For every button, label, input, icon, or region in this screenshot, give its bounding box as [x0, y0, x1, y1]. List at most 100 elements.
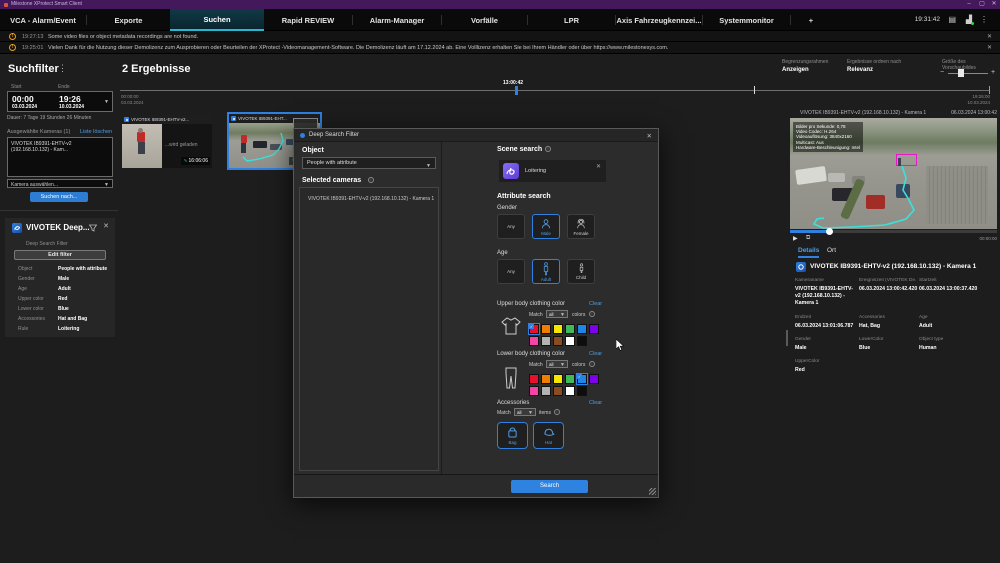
accessory-bag-button[interactable]: Bag [497, 422, 528, 449]
upper-swatch-yellow[interactable] [553, 324, 563, 334]
upper-swatch-green[interactable] [565, 324, 575, 334]
match-label: Match [529, 362, 543, 368]
upper-swatch-orange[interactable] [541, 324, 551, 334]
upper-swatch-blue[interactable] [577, 324, 587, 334]
export-icon[interactable]: ▤ [948, 15, 956, 25]
gender-male-button[interactable]: Male [532, 214, 560, 239]
lower-swatch-blue[interactable] [577, 374, 587, 384]
clear-accessories-link[interactable]: Clear [589, 400, 602, 406]
user-profile-icon[interactable]: ▟ [966, 15, 972, 25]
thumbnail-size-slider[interactable] [948, 73, 988, 74]
upper-swatch-red[interactable] [529, 324, 539, 334]
search-filter-title: Suchfilter [8, 63, 59, 75]
clear-camera-list-link[interactable]: Liste löschen [80, 129, 112, 135]
zoom-in-plus-icon[interactable]: + [991, 69, 995, 76]
gender-female-button[interactable]: Female [567, 214, 595, 239]
result-thumbnail[interactable]: VIVOTEK IB9391-EHTV-v2... ...wird gelade… [122, 115, 212, 168]
lower-swatch-orange[interactable] [541, 374, 551, 384]
age-adult-button[interactable]: Adult [532, 259, 560, 284]
search-button[interactable]: Search [511, 480, 588, 493]
lower-swatch-black[interactable] [577, 386, 587, 396]
tab-vorfaelle[interactable]: Vorfälle [442, 9, 527, 31]
tab-axis-fahrzeugkennzeichen[interactable]: Axis Fahrzeugkennzei... [616, 9, 702, 31]
filter-funnel-icon[interactable] [89, 224, 97, 232]
upper-swatch-white[interactable] [565, 336, 575, 346]
slider-handle[interactable] [958, 69, 964, 77]
play-button[interactable]: ▶ [793, 235, 798, 242]
playback-progress-handle[interactable] [826, 228, 833, 235]
independent-playback-icon[interactable]: ⧉ [806, 235, 810, 242]
age-child-button[interactable]: Child [567, 259, 595, 284]
filter-menu-ellipsis-icon[interactable]: ⋮ [58, 63, 67, 74]
dialog-camera-item[interactable]: VIVOTEK IB9391-EHTV-v2 (192.168.10.132) … [308, 196, 434, 202]
time-range-picker[interactable]: 00:00 03.03.2024 19:26 10.03.2024 ▼ [7, 91, 113, 112]
dialog-close-icon[interactable]: ✕ [647, 132, 652, 140]
remove-scene-icon[interactable]: ✕ [596, 163, 601, 170]
lower-swatch-pink[interactable] [529, 386, 539, 396]
timeline-marker[interactable] [515, 86, 518, 95]
gender-any-button[interactable]: Any [497, 214, 525, 239]
dialog-camera-list[interactable]: VIVOTEK IB9391-EHTV-v2 (192.168.10.132) … [299, 187, 439, 471]
accessory-hat-button[interactable]: Hat [533, 422, 564, 449]
object-dropdown[interactable]: People with attribute ▼ [302, 157, 436, 169]
lower-swatch-yellow[interactable] [553, 374, 563, 384]
minimize-button[interactable]: – [964, 0, 974, 9]
edit-filter-button[interactable]: Edit filter [14, 250, 106, 260]
maximize-button[interactable]: ▢ [977, 0, 987, 9]
dialog-titlebar[interactable]: Deep Search Filter ✕ [294, 129, 658, 142]
upper-swatch-brown[interactable] [553, 336, 563, 346]
close-panel-icon[interactable]: ✕ [103, 222, 109, 230]
upper-swatch-black[interactable] [577, 336, 587, 346]
lower-swatch-green[interactable] [565, 374, 575, 384]
bounding-box-dropdown[interactable]: Anzeigen [782, 67, 809, 73]
lower-swatch-white[interactable] [565, 386, 575, 396]
details-scrollbar[interactable] [786, 330, 788, 346]
tab-add-button[interactable]: + [791, 9, 831, 31]
tab-systemmonitor[interactable]: Systemmonitor [703, 9, 790, 31]
info-icon[interactable]: i [589, 361, 595, 367]
video-preview[interactable]: Bilder pro Sekunde: 0,78 Video Codec: H.… [790, 118, 997, 229]
notification-close-icon[interactable]: ✕ [987, 33, 992, 40]
end-date: 10.03.2024 [59, 104, 84, 110]
info-icon[interactable]: i [554, 409, 560, 415]
camera-list-item[interactable]: VIVOTEK IB9391-EHTV-v2 (192.168.10.132) … [11, 141, 111, 153]
close-button[interactable]: ✕ [989, 0, 999, 9]
tab-details[interactable]: Details [798, 247, 819, 258]
start-date: 03.03.2024 [12, 104, 37, 110]
menu-ellipsis-icon[interactable]: ⋮ [980, 15, 988, 25]
tab-exporte[interactable]: Exporte [87, 9, 170, 31]
clear-upper-colors-link[interactable]: Clear [589, 301, 602, 307]
clear-lower-colors-link[interactable]: Clear [589, 351, 602, 357]
lower-swatch-gray[interactable] [541, 386, 551, 396]
camera-select-dropdown[interactable]: Kamera auswählen... ▼ [7, 179, 113, 188]
selected-cameras-list[interactable]: VIVOTEK IB9391-EHTV-v2 (192.168.10.132) … [7, 137, 113, 177]
gender-label: Gender [497, 205, 517, 211]
info-icon[interactable]: i [545, 146, 551, 152]
lower-match-dropdown[interactable]: all▼ [546, 360, 568, 368]
tab-suchen[interactable]: Suchen [170, 9, 264, 31]
accessories-match-dropdown[interactable]: all▼ [514, 408, 536, 416]
age-any-button[interactable]: Any [497, 259, 525, 284]
info-icon[interactable]: i [589, 311, 595, 317]
results-timeline[interactable] [120, 90, 990, 91]
tab-vca-alarm-event[interactable]: VCA - Alarm/Event [0, 9, 86, 31]
tab-ort[interactable]: Ort [827, 247, 836, 254]
lower-swatch-brown[interactable] [553, 386, 563, 396]
tab-alarm-manager[interactable]: Alarm-Manager [353, 9, 441, 31]
tab-rapid-review[interactable]: Rapid REVIEW [264, 9, 352, 31]
upper-swatch-purple[interactable] [589, 324, 599, 334]
lower-swatch-red[interactable] [529, 374, 539, 384]
loading-text: ...wird geladen [165, 142, 198, 148]
notification-close-icon[interactable]: ✕ [987, 44, 992, 51]
info-icon[interactable]: i [368, 177, 374, 183]
upper-match-dropdown[interactable]: all▼ [546, 310, 568, 318]
search-for-button[interactable]: Suchen nach... [30, 192, 88, 202]
upper-swatch-pink[interactable] [529, 336, 539, 346]
dialog-resize-grip[interactable] [649, 488, 656, 495]
tab-lpr[interactable]: LPR [528, 9, 615, 31]
dialog-footer [294, 474, 658, 497]
lower-swatch-purple[interactable] [589, 374, 599, 384]
sort-by-dropdown[interactable]: Relevanz [847, 67, 873, 73]
upper-swatch-gray[interactable] [541, 336, 551, 346]
zoom-out-minus-icon[interactable]: − [940, 69, 944, 76]
